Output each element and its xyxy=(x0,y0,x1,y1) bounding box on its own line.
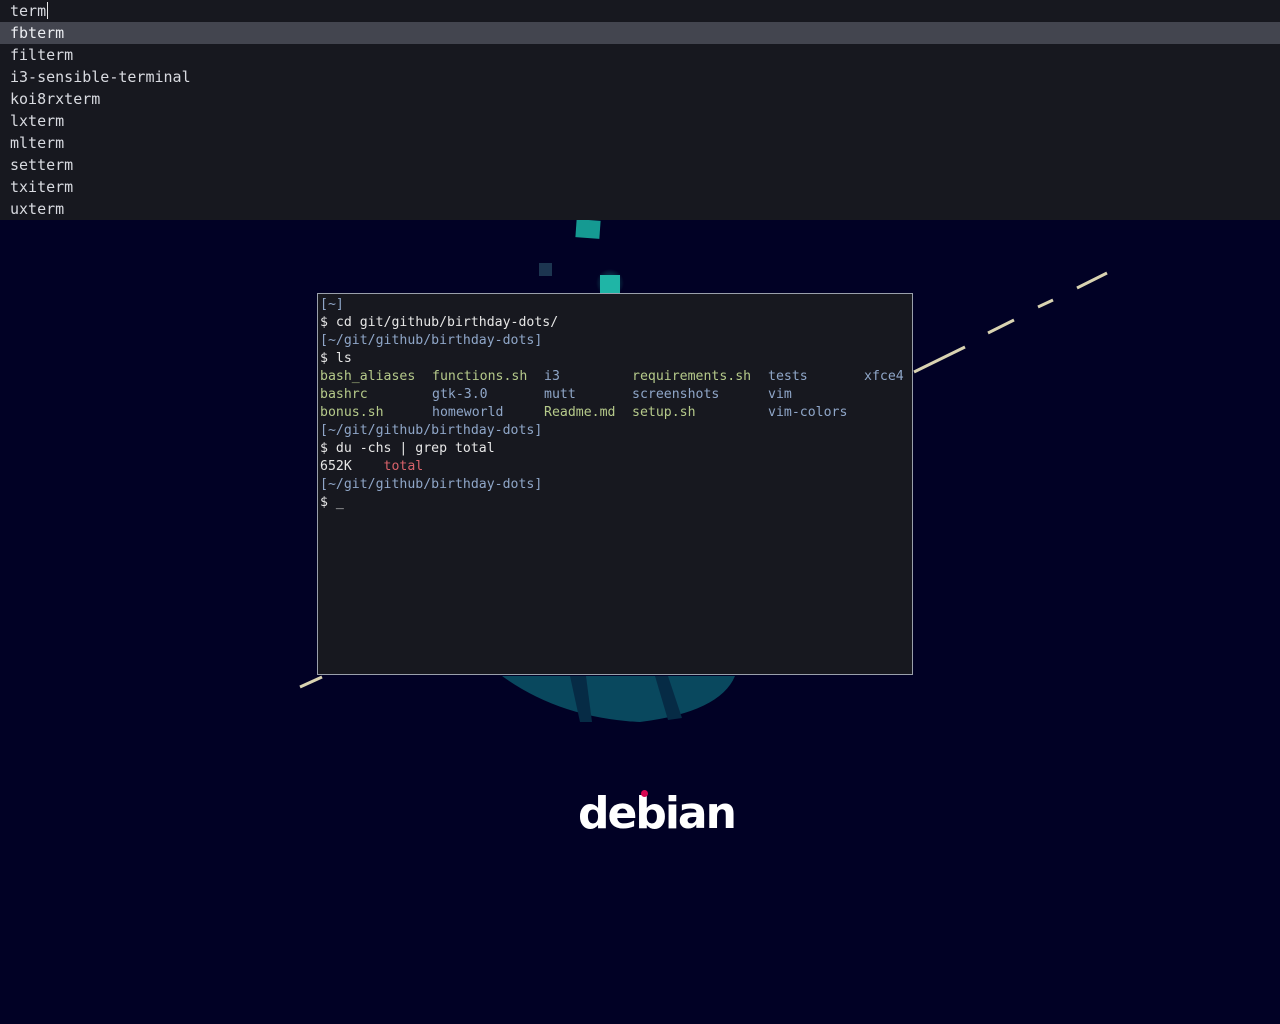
terminal-window[interactable]: [~] $ cd git/github/birthday-dots/ [~/gi… xyxy=(317,293,913,675)
ls-file: bash_aliases xyxy=(320,369,416,384)
ls-directory: homeworld xyxy=(432,405,504,420)
prompt-directory: [~] xyxy=(320,297,344,312)
ls-output: bash_aliases functions.sh i3 requirements.s… xyxy=(320,368,912,422)
ls-file: bonus.sh xyxy=(320,405,384,420)
command-input[interactable]: $ _ xyxy=(320,494,912,512)
ls-directory: vim xyxy=(768,387,792,402)
debian-logo-dot xyxy=(641,790,648,797)
launcher-item[interactable]: lxterm xyxy=(0,110,1280,132)
du-size: 652K xyxy=(320,459,352,474)
text-cursor xyxy=(47,2,49,19)
ls-empty xyxy=(864,386,912,404)
launcher-item[interactable]: i3-sensible-terminal xyxy=(0,66,1280,88)
launcher-item[interactable]: koi8rxterm xyxy=(0,88,1280,110)
ls-directory: mutt xyxy=(544,387,576,402)
launcher-item[interactable]: setterm xyxy=(0,154,1280,176)
ls-file: Readme.md xyxy=(544,405,616,420)
wallpaper-square xyxy=(575,219,601,239)
prompt-directory: [~/git/github/birthday-dots] xyxy=(320,333,543,348)
ls-file: bashrc xyxy=(320,387,368,402)
ls-directory: gtk-3.0 xyxy=(432,387,488,402)
ls-empty xyxy=(864,404,912,422)
ls-directory: xfce4 xyxy=(864,369,904,384)
command-line: $ du -chs | grep total xyxy=(320,441,495,456)
wallpaper-square xyxy=(539,263,552,276)
debian-logo: debian xyxy=(578,788,737,839)
prompt-directory: [~/git/github/birthday-dots] xyxy=(320,423,543,438)
launcher-item[interactable]: mlterm xyxy=(0,132,1280,154)
launcher-item[interactable]: filterm xyxy=(0,44,1280,66)
launcher-item[interactable]: fbterm xyxy=(0,22,1280,44)
launcher-query: term xyxy=(10,2,47,20)
launcher-item[interactable]: uxterm xyxy=(0,198,1280,220)
ls-directory: i3 xyxy=(544,369,560,384)
ls-directory: tests xyxy=(768,369,808,384)
du-total-label: total xyxy=(383,459,424,474)
launcher-item[interactable]: txiterm xyxy=(0,176,1280,198)
ls-directory: vim-colors xyxy=(768,405,848,420)
ls-file: functions.sh xyxy=(432,369,528,384)
command-line: $ cd git/github/birthday-dots/ xyxy=(320,315,559,330)
command-line: $ ls xyxy=(320,351,352,366)
ls-file: setup.sh xyxy=(632,405,696,420)
prompt-directory: [~/git/github/birthday-dots] xyxy=(320,477,543,492)
ls-directory: screenshots xyxy=(632,387,720,402)
wallpaper-disc xyxy=(502,676,735,722)
ls-file: requirements.sh xyxy=(632,369,752,384)
app-launcher[interactable]: term fbterm filterm i3-sensible-terminal ko… xyxy=(0,0,1280,220)
du-output: 652K total xyxy=(320,458,912,476)
launcher-results: fbterm filterm i3-sensible-terminal koi8rxt… xyxy=(0,22,1280,220)
launcher-input[interactable]: term xyxy=(0,0,1280,22)
